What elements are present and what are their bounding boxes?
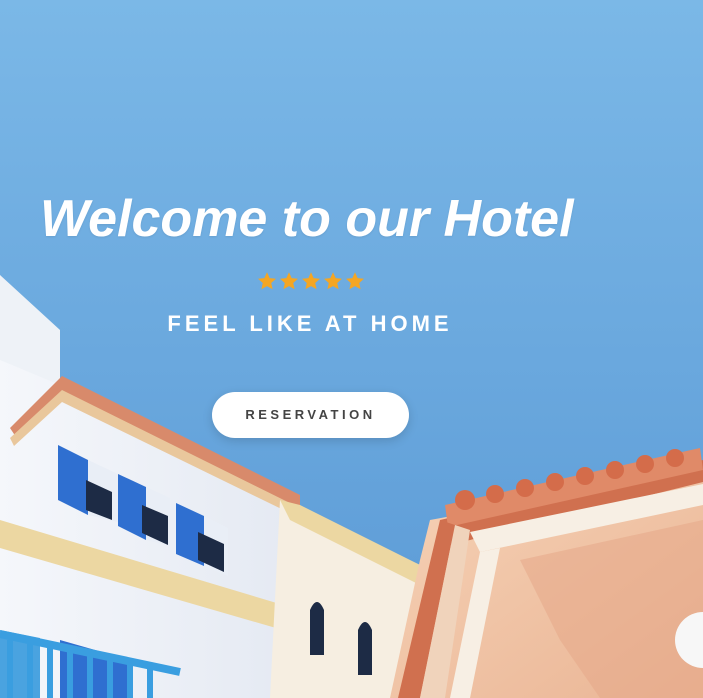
star-icon [300,270,322,292]
hero-section: Welcome to our Hotel FEEL LIKE AT HOME R… [0,0,703,698]
star-icon [344,270,366,292]
star-icon [256,270,278,292]
star-icon [278,270,300,292]
reservation-button[interactable]: RESERVATION [212,392,409,438]
hero-content: Welcome to our Hotel FEEL LIKE AT HOME R… [0,0,703,698]
star-icon [322,270,344,292]
rating-stars [256,270,368,292]
hero-subtitle: FEEL LIKE AT HOME [167,311,453,336]
hero-title: Welcome to our Hotel [40,190,574,248]
